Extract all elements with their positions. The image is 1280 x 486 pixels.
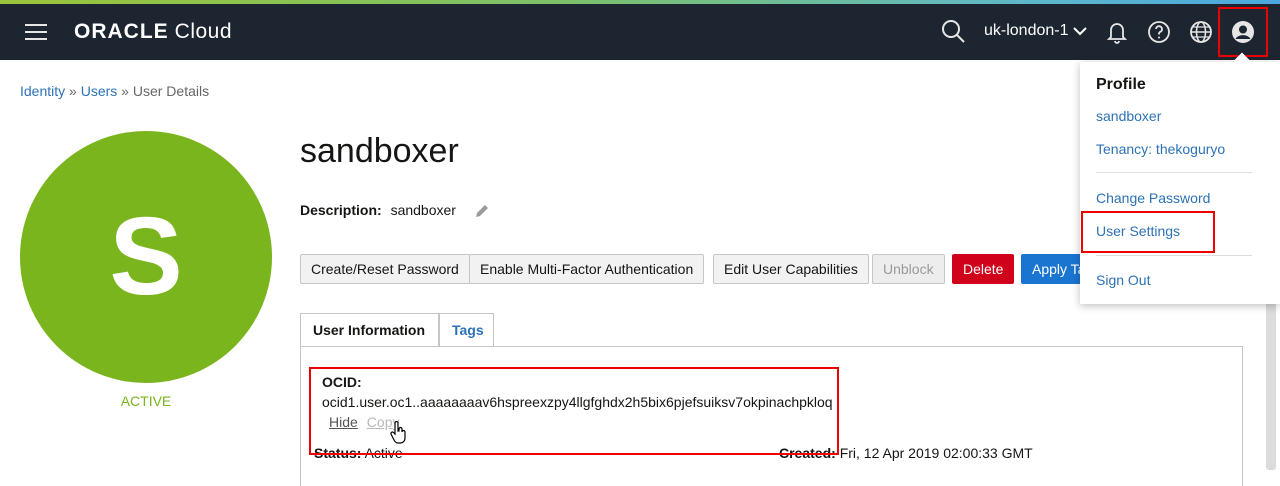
globe-icon[interactable] bbox=[1187, 18, 1215, 46]
breadcrumb-current: User Details bbox=[132, 83, 210, 99]
description-row: Description: sandboxer bbox=[300, 202, 490, 219]
profile-menu-sign-out[interactable]: Sign Out bbox=[1096, 272, 1150, 288]
ocid-highlight-box bbox=[309, 367, 839, 455]
breadcrumb-separator: » bbox=[69, 83, 77, 99]
profile-menu-tenancy[interactable]: Tenancy: thekoguryo bbox=[1096, 141, 1225, 157]
breadcrumb: Identity » Users » User Details bbox=[20, 83, 209, 99]
user-settings-highlight-box bbox=[1081, 211, 1215, 253]
profile-menu-title: Profile bbox=[1096, 76, 1146, 93]
tab-user-information[interactable]: User Information bbox=[300, 313, 439, 347]
logo-product: Cloud bbox=[174, 20, 233, 43]
unblock-button[interactable]: Unblock bbox=[872, 254, 945, 284]
top-navigation-bar: ORACLE Cloud uk-london-1 bbox=[0, 4, 1280, 60]
breadcrumb-identity[interactable]: Identity bbox=[20, 83, 65, 99]
edit-user-capabilities-button[interactable]: Edit User Capabilities bbox=[713, 254, 869, 284]
help-icon[interactable] bbox=[1145, 18, 1173, 46]
description-value: sandboxer bbox=[390, 202, 456, 218]
region-label: uk-london-1 bbox=[984, 22, 1069, 39]
user-avatar: S bbox=[20, 131, 272, 383]
search-icon[interactable] bbox=[940, 18, 968, 46]
pencil-icon[interactable] bbox=[474, 203, 490, 219]
create-reset-password-button[interactable]: Create/Reset Password bbox=[300, 254, 470, 284]
breadcrumb-users[interactable]: Users bbox=[81, 83, 118, 99]
page-title: sandboxer bbox=[300, 132, 459, 170]
delete-button[interactable]: Delete bbox=[952, 254, 1015, 284]
menu-icon[interactable] bbox=[25, 24, 47, 40]
bell-icon[interactable] bbox=[1103, 18, 1131, 46]
page-scrollbar[interactable] bbox=[1266, 300, 1276, 470]
description-label: Description: bbox=[300, 202, 382, 218]
profile-dropdown-menu: Profile sandboxer Tenancy: thekoguryo Ch… bbox=[1080, 52, 1280, 304]
menu-divider bbox=[1096, 172, 1252, 173]
user-icon bbox=[1232, 21, 1254, 43]
apply-tag-button[interactable]: Apply Ta bbox=[1021, 254, 1081, 284]
region-selector[interactable]: uk-london-1 bbox=[984, 22, 1087, 40]
oracle-cloud-logo[interactable]: ORACLE Cloud bbox=[74, 20, 232, 44]
user-status-label: ACTIVE bbox=[120, 393, 172, 409]
menu-divider bbox=[1096, 255, 1252, 256]
enable-mfa-button[interactable]: Enable Multi-Factor Authentication bbox=[469, 254, 705, 284]
created-value: Fri, 12 Apr 2019 02:00:33 GMT bbox=[839, 445, 1033, 461]
logo-brand: ORACLE bbox=[74, 20, 169, 43]
profile-menu-username[interactable]: sandboxer bbox=[1096, 108, 1161, 124]
profile-button[interactable] bbox=[1218, 7, 1268, 57]
breadcrumb-separator: » bbox=[121, 83, 129, 99]
chevron-down-icon bbox=[1072, 27, 1087, 36]
tab-tags[interactable]: Tags bbox=[439, 313, 494, 347]
profile-menu-change-password[interactable]: Change Password bbox=[1096, 190, 1210, 206]
